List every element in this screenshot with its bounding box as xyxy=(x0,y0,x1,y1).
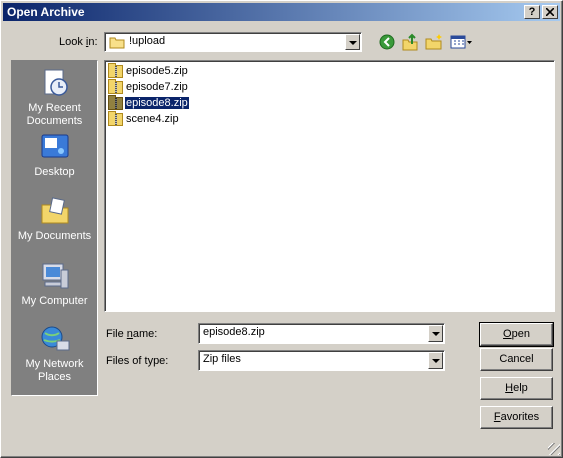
cancel-button[interactable]: Cancel xyxy=(480,348,553,371)
file-name-label: File name: xyxy=(106,328,158,340)
view-menu-icon[interactable] xyxy=(449,32,473,52)
place-my-recent-documents[interactable]: My Recent Documents xyxy=(12,67,97,128)
place-my-documents[interactable]: My Documents xyxy=(12,195,97,243)
my-documents-icon xyxy=(41,197,68,224)
dialog-title: Open Archive xyxy=(7,5,85,19)
favorites-button[interactable]: Favorites xyxy=(480,406,553,429)
open-archive-dialog: Open Archive ? Look in: !upload My Recen… xyxy=(0,0,563,458)
file-type-dropdown-button[interactable] xyxy=(428,352,443,369)
zip-folder-icon xyxy=(108,79,123,94)
file-list[interactable]: episode5.zip episode7.zip episode8.zip s… xyxy=(104,60,555,312)
files-of-type-label: Files of type: xyxy=(106,355,169,367)
folder-icon xyxy=(109,37,125,49)
look-in-combo[interactable]: !upload xyxy=(104,32,362,52)
back-icon[interactable] xyxy=(377,32,397,52)
recent-documents-icon xyxy=(44,69,68,96)
file-name-combo[interactable]: episode8.zip xyxy=(198,323,445,344)
look-in-label: Look in: xyxy=(59,36,98,48)
place-desktop[interactable]: Desktop xyxy=(12,131,97,179)
file-type-combo[interactable]: Zip files xyxy=(198,350,445,371)
zip-folder-icon xyxy=(108,95,123,110)
place-my-network-places[interactable]: My Network Places xyxy=(12,323,97,384)
help-button[interactable]: Help xyxy=(480,377,553,400)
my-computer-icon xyxy=(42,263,68,289)
help-title-button[interactable]: ? xyxy=(524,5,540,19)
close-icon xyxy=(545,7,555,17)
zip-folder-icon xyxy=(108,63,123,78)
open-button[interactable]: Open xyxy=(479,322,554,347)
file-name-input[interactable]: episode8.zip xyxy=(203,326,265,338)
title-bar: Open Archive ? xyxy=(3,3,560,21)
resize-grip[interactable] xyxy=(548,443,560,455)
network-places-icon xyxy=(41,326,69,351)
look-in-dropdown-button[interactable] xyxy=(345,34,360,50)
place-my-computer[interactable]: My Computer xyxy=(12,260,97,308)
up-folder-icon[interactable] xyxy=(400,32,420,52)
zip-folder-icon xyxy=(108,111,123,126)
new-folder-icon[interactable] xyxy=(424,32,444,52)
close-button[interactable] xyxy=(542,5,558,19)
file-type-value: Zip files xyxy=(203,353,241,365)
file-name-dropdown-button[interactable] xyxy=(428,325,443,342)
desktop-icon xyxy=(41,134,68,158)
look-in-value: !upload xyxy=(129,35,166,47)
places-bar: My Recent Documents Desktop My Documents… xyxy=(11,60,98,396)
